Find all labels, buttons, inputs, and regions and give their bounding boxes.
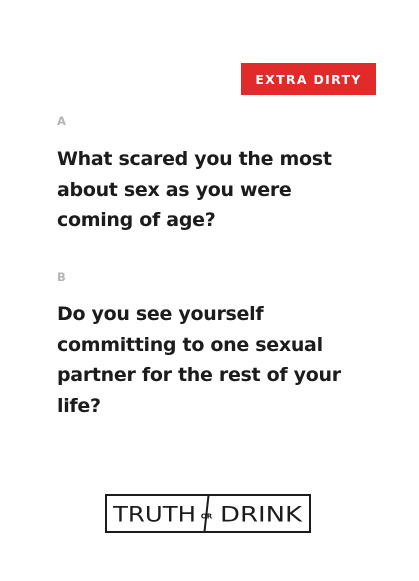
question-a-text: What scared you the most about sex as yo… — [57, 148, 332, 231]
category-badge: EXTRA DIRTY — [241, 63, 376, 95]
logo-drink-word: DRINK — [220, 503, 304, 527]
question-b-text: Do you see yourself committing to one se… — [57, 303, 341, 417]
logo-truth-word: TRUTH — [112, 503, 196, 527]
logo-or-word: OR — [201, 513, 213, 521]
question-b-letter: B — [57, 270, 66, 284]
truth-or-drink-logo: TRUTH OR DRINK — [105, 494, 311, 533]
question-a-letter: A — [57, 114, 66, 128]
